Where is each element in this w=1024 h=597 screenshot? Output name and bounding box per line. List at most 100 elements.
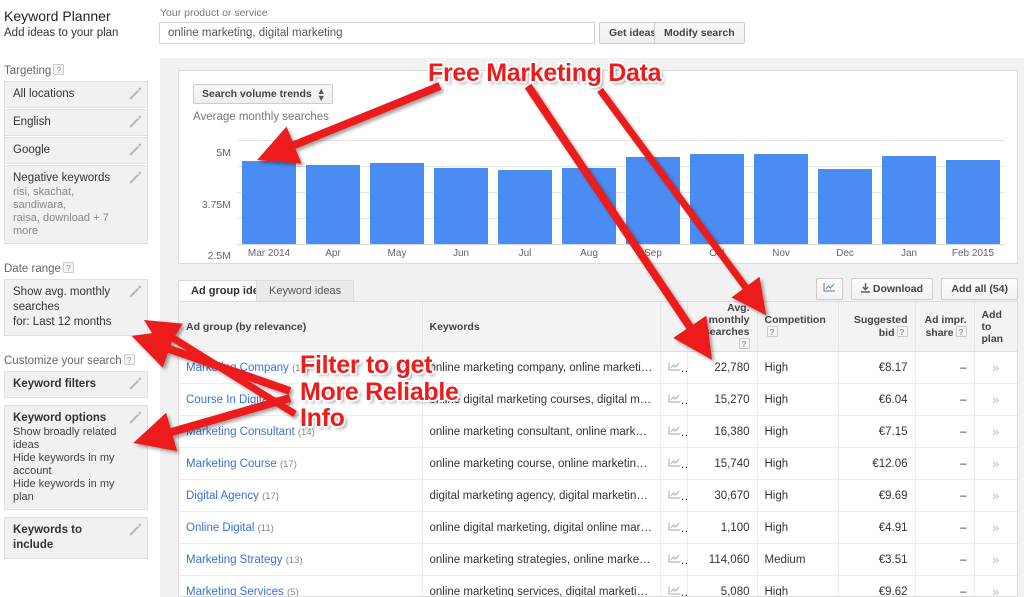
- cell-competition: High: [757, 511, 839, 544]
- cell-avg-monthly-searches: 22,780: [687, 351, 758, 384]
- chart-bar[interactable]: [625, 156, 681, 244]
- sidebar-item-keyword-options[interactable]: Keyword options Show broadly related ide…: [4, 405, 148, 510]
- cell-ad-group[interactable]: Marketing Company (15): [179, 351, 423, 384]
- sidebar-item-negative-keywords[interactable]: Negative keywords risi, skachat, sandiwa…: [4, 165, 148, 244]
- pencil-icon[interactable]: [129, 377, 142, 390]
- cell-add-to-plan[interactable]: »: [974, 351, 1017, 384]
- cell-ad-group[interactable]: Online Digital (11): [179, 511, 423, 544]
- col-keywords[interactable]: Keywords: [422, 302, 661, 352]
- cell-avg-monthly-searches: 114,060: [687, 543, 758, 576]
- cell-trend[interactable]: [660, 383, 688, 416]
- table-row[interactable]: Online Digital (11) online digital market…: [179, 511, 1017, 544]
- trend-sparkline-icon[interactable]: [668, 489, 681, 500]
- sidebar-item-search-network[interactable]: Google: [4, 137, 148, 164]
- pencil-icon[interactable]: [129, 523, 142, 536]
- help-icon[interactable]: ?: [62, 262, 74, 273]
- cell-ad-group[interactable]: Marketing Consultant (14): [179, 415, 423, 448]
- pencil-icon[interactable]: [129, 143, 142, 156]
- help-icon[interactable]: ?: [123, 354, 135, 365]
- cell-trend[interactable]: [660, 575, 688, 596]
- sidebar-item-all-locations[interactable]: All locations: [4, 81, 148, 108]
- trend-sparkline-icon[interactable]: [668, 521, 681, 532]
- cell-trend[interactable]: [660, 447, 688, 480]
- cell-add-to-plan[interactable]: »: [974, 543, 1017, 576]
- chart-bar[interactable]: [753, 154, 809, 244]
- chart-bar[interactable]: [561, 168, 617, 244]
- table-row[interactable]: Marketing Company (15) online marketing c…: [179, 351, 1017, 384]
- chart-bar[interactable]: [817, 168, 873, 244]
- table-row[interactable]: Digital Agency (17) digital marketing age…: [179, 479, 1017, 512]
- trend-sparkline-icon[interactable]: [668, 393, 681, 404]
- table-row[interactable]: Marketing Consultant (14) online marketin…: [179, 415, 1017, 448]
- product-or-service-input[interactable]: [159, 22, 595, 44]
- col-competition[interactable]: Competition?: [757, 302, 839, 352]
- cell-add-to-plan[interactable]: »: [974, 383, 1017, 416]
- pencil-icon[interactable]: [129, 411, 142, 424]
- line-chart-icon[interactable]: [815, 278, 843, 300]
- cell-trend[interactable]: [660, 479, 688, 512]
- chart-bar[interactable]: [369, 163, 425, 244]
- help-icon[interactable]: ?: [53, 64, 65, 75]
- table-body: Marketing Company (15) online marketing c…: [179, 351, 1017, 596]
- cell-add-to-plan[interactable]: »: [974, 447, 1017, 480]
- cell-trend[interactable]: [660, 543, 688, 576]
- cell-trend[interactable]: [660, 351, 688, 384]
- col-avg-monthly-searches[interactable]: Avg. monthly searches?: [687, 302, 758, 352]
- trend-sparkline-icon[interactable]: [668, 585, 681, 596]
- table-row[interactable]: Marketing Strategy (13) online marketing …: [179, 543, 1017, 576]
- cell-ad-impr-share: –: [915, 383, 975, 416]
- cell-ad-group[interactable]: Course In Digital (27): [179, 383, 423, 416]
- add-all-button[interactable]: Add all (54): [941, 278, 1018, 300]
- chart-bar[interactable]: [497, 170, 553, 244]
- cell-ad-group[interactable]: Marketing Services (5): [179, 575, 423, 596]
- keyword-ideas-table-container: Ad group (by relevance) Keywords Avg. mo…: [178, 301, 1018, 597]
- chart-bar[interactable]: [881, 155, 937, 244]
- col-ad-impr-share[interactable]: Ad impr. share?: [915, 302, 975, 352]
- cell-trend[interactable]: [660, 415, 688, 448]
- trend-sparkline-icon[interactable]: [668, 553, 681, 564]
- pencil-icon[interactable]: [129, 87, 142, 100]
- sidebar-item-keyword-filters[interactable]: Keyword filters: [4, 371, 148, 398]
- pencil-icon[interactable]: [129, 171, 142, 184]
- cell-add-to-plan[interactable]: »: [974, 575, 1017, 596]
- chart-caption: Average monthly searches: [193, 111, 329, 123]
- cell-add-to-plan[interactable]: »: [974, 511, 1017, 544]
- help-icon[interactable]: ?: [955, 326, 967, 337]
- trend-sparkline-icon[interactable]: [668, 425, 681, 436]
- help-icon[interactable]: ?: [766, 326, 778, 337]
- cell-ad-group[interactable]: Marketing Strategy (13): [179, 543, 423, 576]
- modify-search-button[interactable]: Modify search: [654, 22, 745, 44]
- pencil-icon[interactable]: [129, 285, 142, 298]
- cell-competition: High: [757, 383, 839, 416]
- table-row[interactable]: Marketing Services (5) online marketing s…: [179, 575, 1017, 596]
- chart-bar[interactable]: [305, 164, 361, 244]
- trend-sparkline-icon[interactable]: [668, 457, 681, 468]
- search-volume-trends-select[interactable]: Search volume trends ▲ ▼: [193, 84, 333, 104]
- cell-trend[interactable]: [660, 511, 688, 544]
- cell-ad-group[interactable]: Marketing Course (17): [179, 447, 423, 480]
- download-button[interactable]: Download: [850, 278, 934, 300]
- cell-ad-group[interactable]: Digital Agency (17): [179, 479, 423, 512]
- tab-keyword-ideas[interactable]: Keyword ideas: [256, 280, 355, 302]
- pencil-icon[interactable]: [129, 115, 142, 128]
- col-ad-group[interactable]: Ad group (by relevance): [179, 302, 423, 352]
- table-row[interactable]: Course In Digital (27) online digital mar…: [179, 383, 1017, 416]
- sidebar-item-language[interactable]: English: [4, 109, 148, 136]
- col-suggested-bid[interactable]: Suggested bid?: [838, 302, 916, 352]
- cell-add-to-plan[interactable]: »: [974, 479, 1017, 512]
- sidebar-item-date-range[interactable]: Show avg. monthly searches for: Last 12 …: [4, 279, 148, 336]
- help-icon[interactable]: ?: [896, 326, 908, 337]
- trend-sparkline-icon[interactable]: [668, 361, 681, 372]
- chart-bar[interactable]: [433, 167, 489, 244]
- sidebar-item-keywords-to-include[interactable]: Keywords to include: [4, 517, 148, 559]
- table-row[interactable]: Marketing Course (17) online marketing co…: [179, 447, 1017, 480]
- chart-bar[interactable]: [241, 161, 297, 244]
- cell-add-to-plan[interactable]: »: [974, 415, 1017, 448]
- keyword-option-1: Show broadly related ideas: [13, 426, 117, 451]
- sidebar-item-label: Keyword filters: [13, 378, 97, 390]
- x-axis-tick-label: Nov: [772, 248, 790, 259]
- help-icon[interactable]: ?: [738, 338, 750, 349]
- page-title: Keyword Planner: [4, 8, 111, 24]
- chart-bar[interactable]: [689, 154, 745, 244]
- chart-bar[interactable]: [945, 159, 1001, 244]
